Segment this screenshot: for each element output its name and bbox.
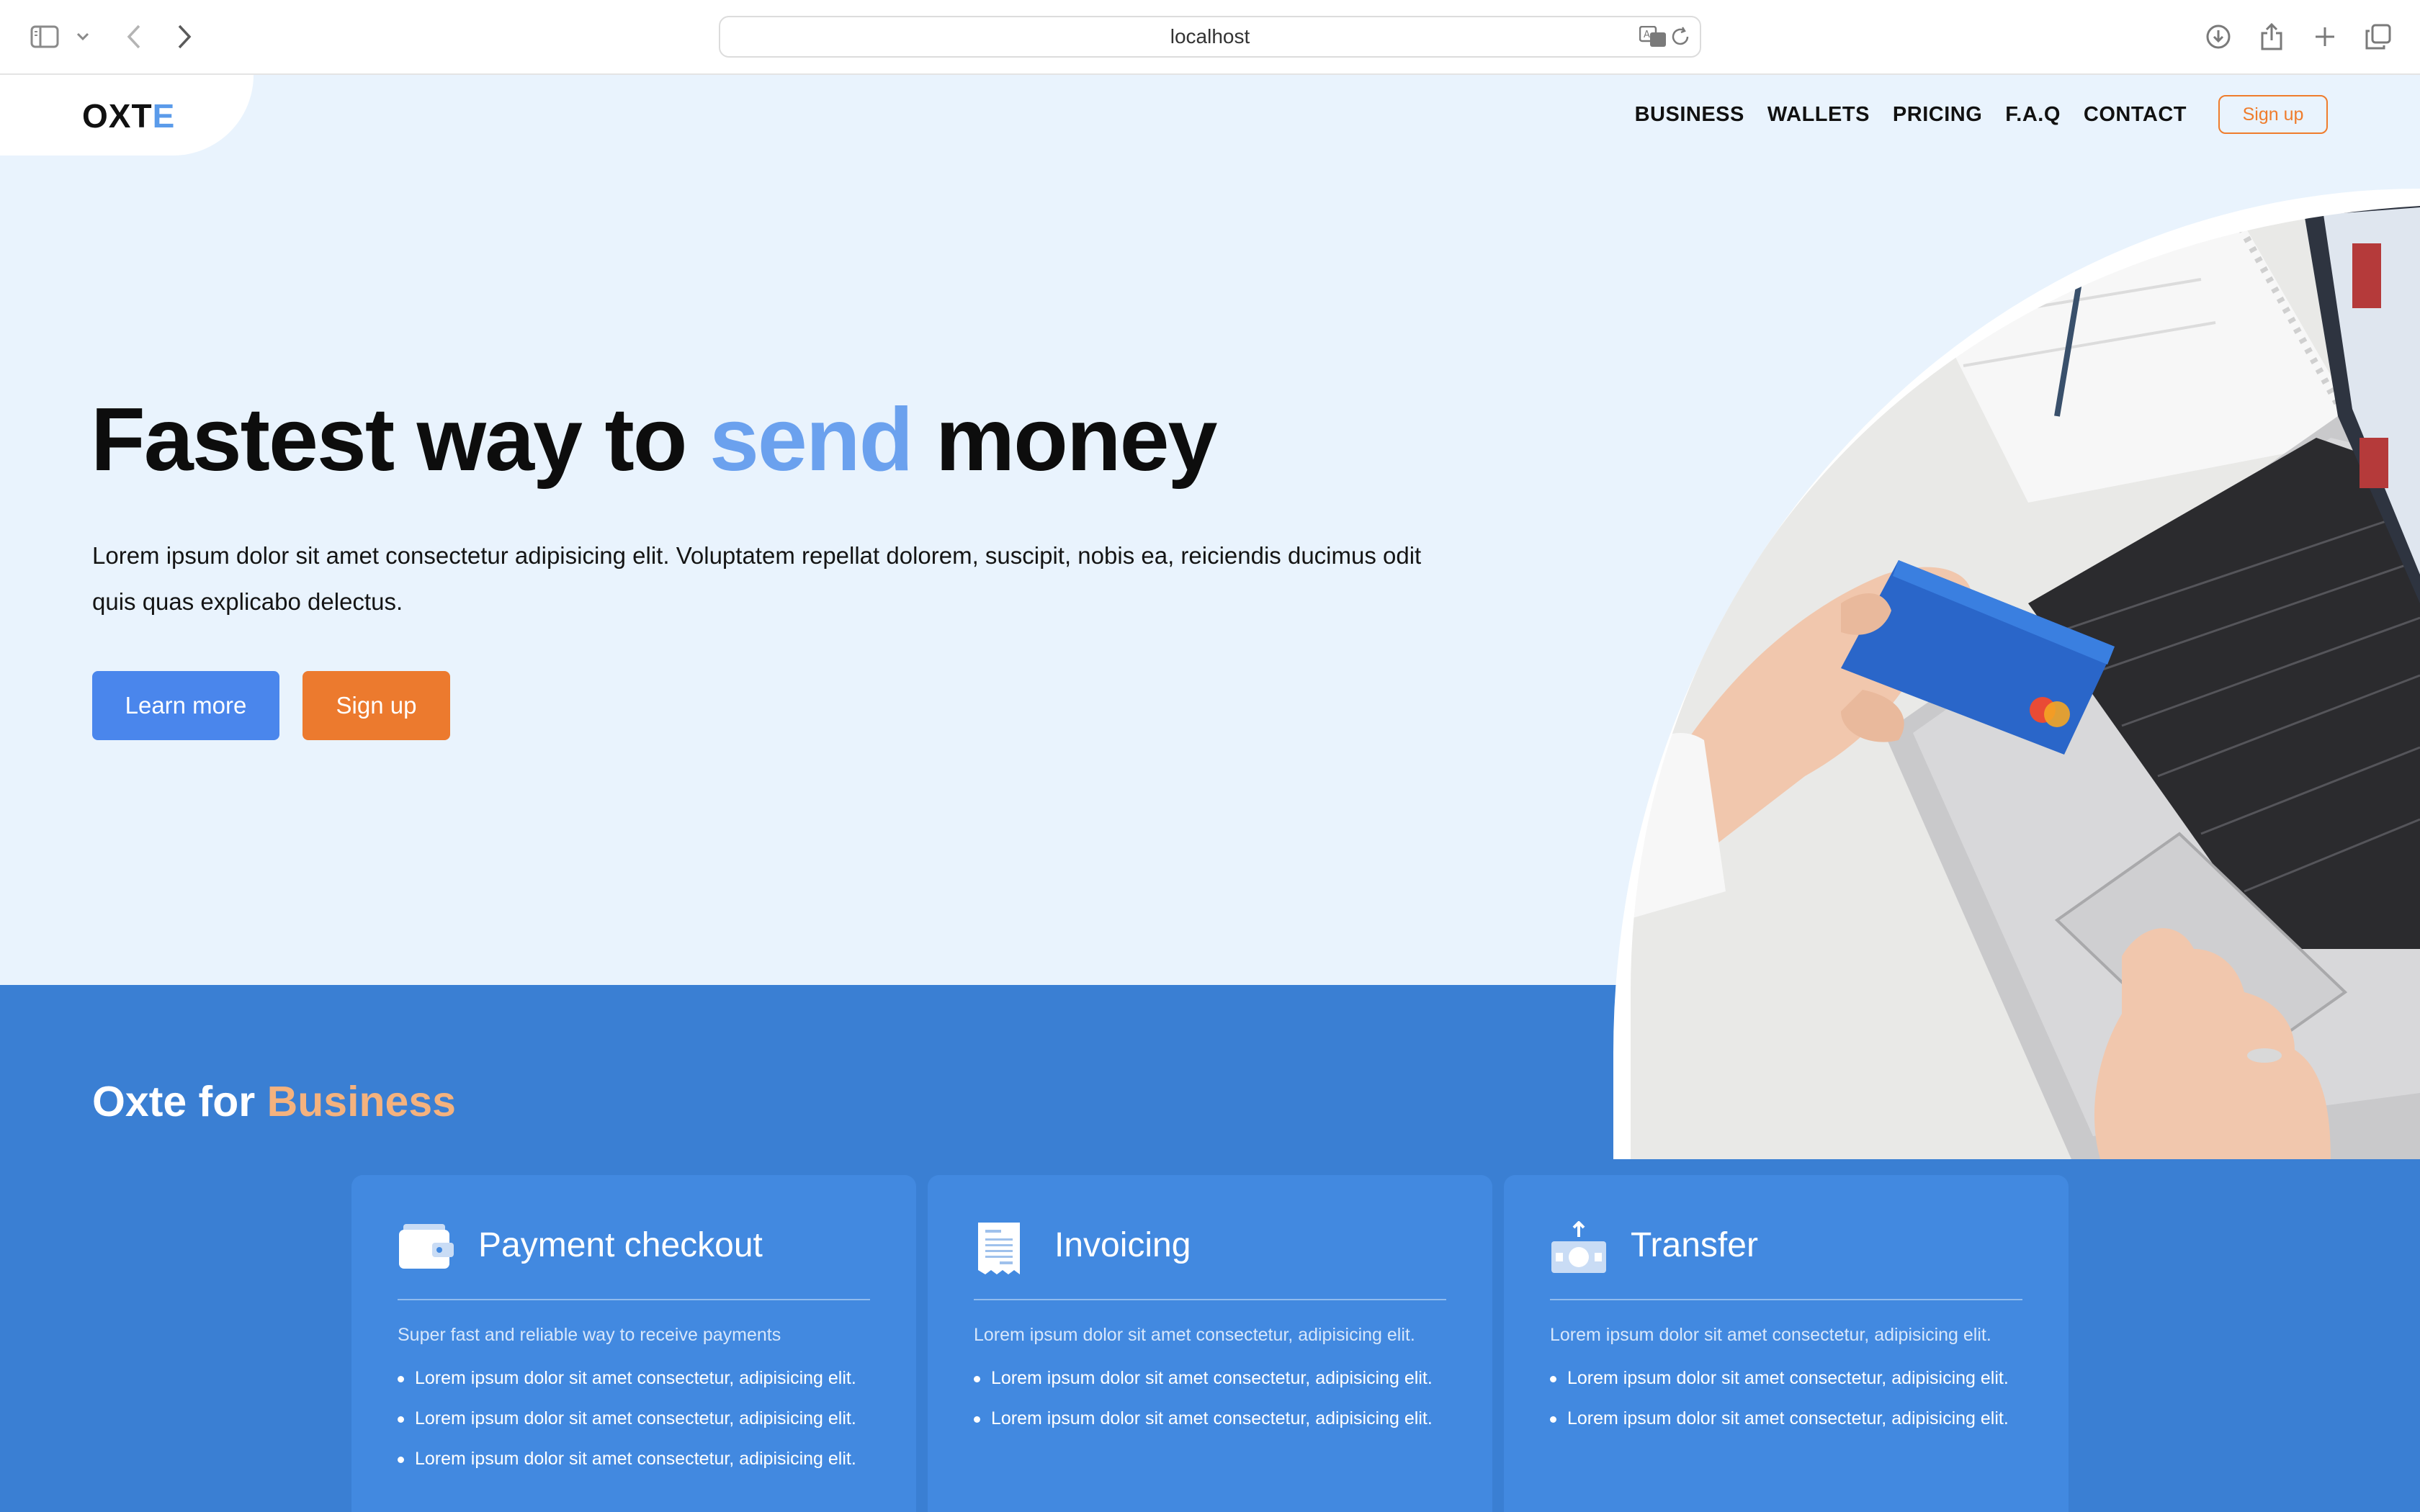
wallet-icon bbox=[398, 1221, 455, 1275]
money-transfer-icon bbox=[1550, 1220, 1608, 1279]
card-divider bbox=[1550, 1299, 2022, 1300]
list-item: Lorem ipsum dolor sit amet consectetur, … bbox=[1550, 1398, 2009, 1439]
nav-wallets[interactable]: WALLETS bbox=[1767, 103, 1870, 127]
card-subtitle: Super fast and reliable way to receive p… bbox=[398, 1325, 781, 1345]
card-title: Payment checkout bbox=[478, 1226, 763, 1264]
svg-text:A: A bbox=[1644, 30, 1650, 40]
list-item: Lorem ipsum dolor sit amet consectetur, … bbox=[1550, 1358, 2009, 1398]
logo-container: OXTE bbox=[0, 75, 254, 156]
sidebar-icon[interactable] bbox=[27, 16, 62, 58]
tabs-overview-icon[interactable] bbox=[2362, 16, 2394, 58]
hero-title-start: Fastest way to bbox=[91, 390, 709, 490]
share-icon[interactable] bbox=[2256, 16, 2287, 58]
learn-more-button[interactable]: Learn more bbox=[92, 671, 279, 740]
invoicing-card[interactable]: Invoicing Lorem ipsum dolor sit amet con… bbox=[928, 1175, 1492, 1512]
payment-checkout-card[interactable]: Payment checkout Super fast and reliable… bbox=[351, 1175, 916, 1512]
nav-signup-button[interactable]: Sign up bbox=[2218, 95, 2328, 134]
chevron-down-icon[interactable] bbox=[72, 16, 94, 58]
nav-faq[interactable]: F.A.Q bbox=[2005, 103, 2061, 127]
nav-contact[interactable]: CONTACT bbox=[2084, 103, 2187, 127]
list-item: Lorem ipsum dolor sit amet consectetur, … bbox=[974, 1398, 1433, 1439]
transfer-card[interactable]: Transfer Lorem ipsum dolor sit amet cons… bbox=[1504, 1175, 2069, 1512]
list-item: Lorem ipsum dolor sit amet consectetur, … bbox=[398, 1358, 856, 1398]
card-bullet-list: Lorem ipsum dolor sit amet consectetur, … bbox=[398, 1358, 856, 1479]
business-title-accent: Business bbox=[266, 1078, 456, 1125]
logo-main-text: OXT bbox=[82, 97, 153, 135]
hero-title-end: money bbox=[912, 390, 1218, 490]
url-text: localhost bbox=[1170, 25, 1250, 48]
business-title-main: Oxte for bbox=[92, 1078, 267, 1125]
download-icon[interactable] bbox=[2202, 16, 2234, 58]
logo-accent-text: E bbox=[152, 97, 176, 135]
nav-pricing[interactable]: PRICING bbox=[1893, 103, 1982, 127]
reload-icon[interactable] bbox=[1670, 26, 1691, 48]
list-item: Lorem ipsum dolor sit amet consectetur, … bbox=[398, 1439, 856, 1479]
browser-toolbar: localhost A bbox=[0, 0, 2420, 75]
site-logo[interactable]: OXTE bbox=[82, 96, 175, 135]
hero-title-accent: send bbox=[709, 390, 913, 490]
translate-icon[interactable]: A bbox=[1639, 26, 1667, 48]
list-item: Lorem ipsum dolor sit amet consectetur, … bbox=[974, 1358, 1433, 1398]
card-subtitle: Lorem ipsum dolor sit amet consectetur, … bbox=[1550, 1325, 1991, 1345]
card-title: Transfer bbox=[1631, 1226, 1758, 1264]
address-bar[interactable]: localhost A bbox=[719, 16, 1701, 58]
card-bullet-list: Lorem ipsum dolor sit amet consectetur, … bbox=[1550, 1358, 2009, 1439]
forward-icon[interactable] bbox=[170, 16, 199, 58]
card-bullet-list: Lorem ipsum dolor sit amet consectetur, … bbox=[974, 1358, 1433, 1439]
hero-title: Fastest way to send money bbox=[91, 389, 1218, 491]
new-tab-icon[interactable] bbox=[2309, 16, 2341, 58]
card-divider bbox=[974, 1299, 1446, 1300]
card-subtitle: Lorem ipsum dolor sit amet consectetur, … bbox=[974, 1325, 1415, 1345]
hero-image bbox=[1613, 189, 2420, 1159]
card-divider bbox=[398, 1299, 870, 1300]
list-item: Lorem ipsum dolor sit amet consectetur, … bbox=[398, 1398, 856, 1439]
business-title: Oxte for Business bbox=[92, 1077, 456, 1126]
nav-business[interactable]: BUSINESS bbox=[1635, 103, 1744, 127]
main-nav: BUSINESS WALLETS PRICING F.A.Q CONTACT S… bbox=[1635, 95, 2328, 134]
card-title: Invoicing bbox=[1054, 1226, 1191, 1264]
back-icon[interactable] bbox=[120, 16, 148, 58]
hero-signup-button[interactable]: Sign up bbox=[302, 671, 450, 740]
invoice-icon bbox=[974, 1221, 1024, 1279]
hero-description: Lorem ipsum dolor sit amet consectetur a… bbox=[92, 542, 1422, 615]
